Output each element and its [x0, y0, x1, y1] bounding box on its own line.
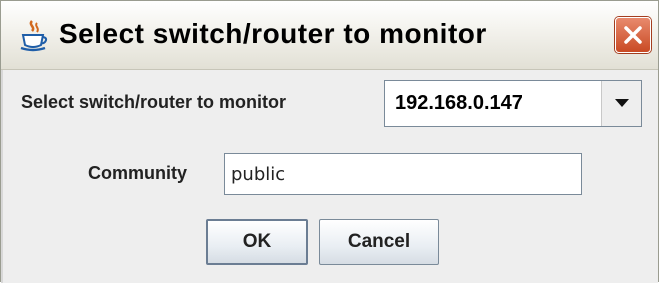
dialog-window: Select switch/router to monitor Select s…	[0, 0, 659, 283]
title-bar[interactable]: Select switch/router to monitor	[1, 1, 658, 70]
dropdown-button[interactable]	[601, 81, 641, 126]
window-title: Select switch/router to monitor	[59, 18, 487, 49]
device-label: Select switch/router to monitor	[21, 92, 287, 112]
device-select-value: 192.168.0.147	[395, 92, 523, 114]
java-cup-icon	[17, 19, 51, 53]
close-icon	[624, 26, 642, 44]
chevron-down-icon	[615, 99, 629, 107]
ok-button[interactable]: OK	[206, 219, 308, 265]
device-select[interactable]: 192.168.0.147	[384, 80, 642, 127]
close-button[interactable]	[615, 17, 651, 53]
cancel-button[interactable]: Cancel	[319, 219, 439, 265]
community-input[interactable]	[224, 153, 582, 195]
community-label: Community	[88, 163, 187, 183]
